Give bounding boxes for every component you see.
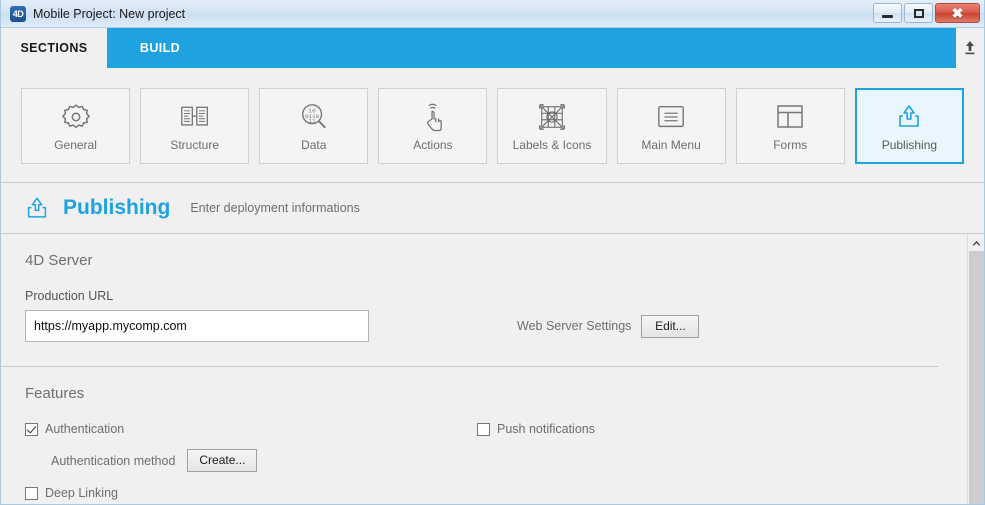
main-tabstrip: SECTIONS BUILD	[1, 28, 984, 68]
upload-icon	[23, 195, 51, 222]
authentication-checkbox[interactable]	[25, 422, 38, 436]
tool-label-labels-icons: Labels & Icons	[512, 138, 592, 152]
tool-label-publishing: Publishing	[881, 138, 938, 152]
group-title-4d-server: 4D Server	[25, 252, 93, 269]
4d-logo-icon: 4D	[10, 5, 26, 22]
window-controls: ✖	[873, 3, 980, 23]
gear-icon	[61, 100, 91, 134]
push-notifications-label: Push notifications	[497, 422, 595, 436]
push-notifications-checkbox[interactable]	[477, 422, 490, 436]
svg-text:11: 11	[308, 118, 315, 125]
tool-label-structure: Structure	[170, 138, 219, 152]
tool-label-general: General	[54, 138, 97, 152]
upload-icon	[965, 41, 975, 55]
production-url-label: Production URL	[25, 289, 114, 303]
web-server-settings-label: Web Server Settings	[517, 319, 632, 333]
scrollbar-thumb[interactable]	[969, 251, 984, 504]
tool-card-actions[interactable]: Actions	[378, 88, 488, 164]
mobile-project-window: 4D Mobile Project: New project ✖ SECTION…	[0, 0, 985, 505]
upload-action-button[interactable]	[956, 28, 984, 68]
menu-lines-icon	[656, 100, 686, 134]
tool-card-publishing[interactable]: Publishing	[854, 88, 964, 164]
tool-label-main-menu: Main Menu	[641, 138, 701, 152]
tool-card-data[interactable]: 10 0110 11 Data	[259, 88, 369, 164]
tool-card-main-menu[interactable]: Main Menu	[616, 88, 726, 164]
authentication-method-row: Authentication method Create...	[51, 449, 967, 472]
production-url-input[interactable]	[25, 310, 369, 342]
close-icon: ✖	[951, 5, 964, 21]
tool-card-structure[interactable]: Structure	[140, 88, 250, 164]
authentication-method-label: Authentication method	[51, 453, 176, 468]
data-search-icon: 10 0110 11	[299, 100, 329, 134]
sections-toolbar: General Structure 10 0110 11 Data Action…	[1, 68, 984, 182]
group-title-features: Features	[25, 385, 85, 402]
window-title: Mobile Project: New project	[33, 6, 186, 21]
minimize-icon	[882, 14, 893, 18]
tabstrip-filler	[213, 28, 956, 68]
labels-grid-icon	[538, 100, 566, 134]
tool-card-forms[interactable]: Forms	[735, 88, 845, 164]
publishing-section-header: Publishing Enter deployment informations	[1, 182, 984, 234]
publishing-settings-content: 4D Server Production URL Web Server Sett…	[1, 234, 967, 504]
tap-hand-icon	[420, 100, 446, 134]
tool-label-actions: Actions	[413, 138, 453, 152]
tool-card-labels-icons[interactable]: Labels & Icons	[497, 88, 607, 164]
publishing-settings-panel: 4D Server Production URL Web Server Sett…	[1, 234, 984, 504]
tool-label-data: Data	[301, 138, 327, 152]
authentication-label: Authentication	[45, 422, 125, 436]
page-title: Publishing	[63, 196, 171, 219]
scroll-up-button[interactable]	[968, 234, 984, 251]
web-server-settings-row: Web Server Settings Edit...	[517, 314, 700, 338]
upload-icon	[894, 100, 924, 134]
checkbox-row-deep-linking[interactable]: Deep Linking	[25, 486, 967, 500]
close-button[interactable]: ✖	[935, 3, 980, 23]
vertical-scrollbar[interactable]	[967, 234, 984, 504]
structure-icon	[180, 100, 210, 134]
forms-layout-icon	[776, 100, 804, 134]
minimize-button[interactable]	[873, 3, 902, 23]
page-subtitle: Enter deployment informations	[190, 201, 360, 215]
tool-card-general[interactable]: General	[21, 88, 131, 164]
deep-linking-checkbox[interactable]	[25, 486, 38, 500]
deep-linking-label: Deep Linking	[45, 486, 118, 500]
edit-web-server-settings-button[interactable]: Edit...	[641, 314, 700, 338]
maximize-button[interactable]	[904, 3, 933, 23]
maximize-icon	[913, 8, 924, 18]
tab-build[interactable]: BUILD	[107, 28, 213, 68]
title-bar: 4D Mobile Project: New project ✖	[1, 0, 984, 28]
tool-label-forms: Forms	[773, 138, 808, 152]
section-divider	[1, 366, 938, 367]
checkbox-row-push-notifications[interactable]: Push notifications	[477, 422, 595, 436]
tab-sections[interactable]: SECTIONS	[1, 28, 107, 68]
create-authentication-method-button[interactable]: Create...	[187, 449, 258, 472]
chevron-up-icon	[972, 240, 980, 245]
